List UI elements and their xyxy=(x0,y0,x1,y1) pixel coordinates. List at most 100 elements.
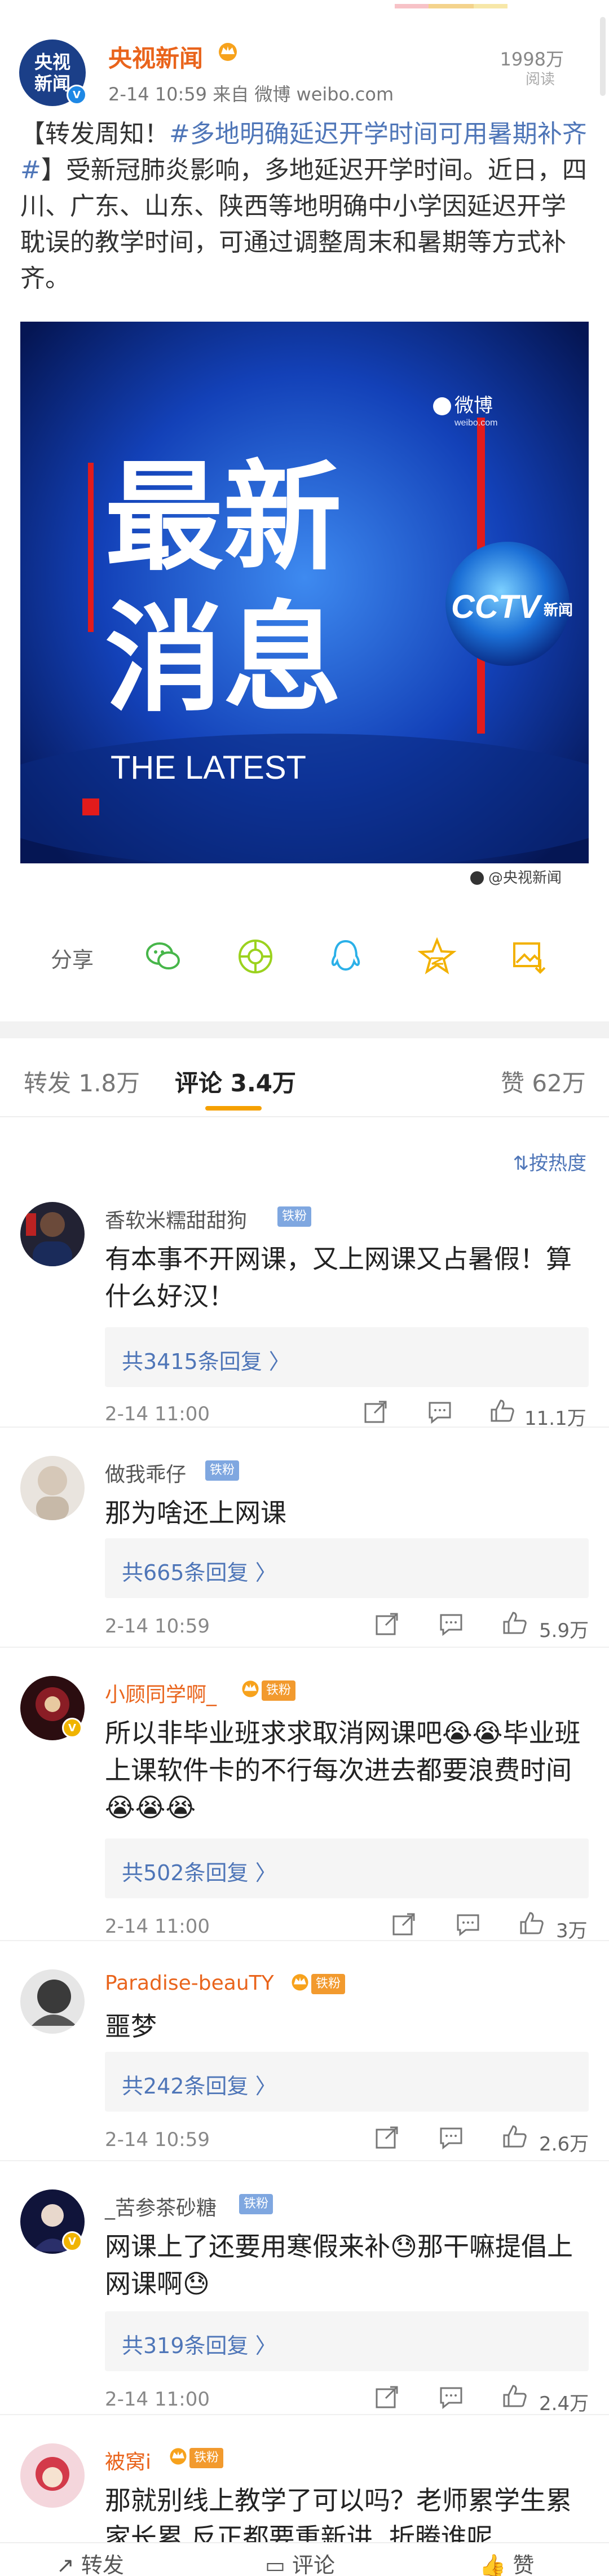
replies-count: 共3415条回复 〉 xyxy=(122,1349,290,1374)
comment-text: 有本事不开网课，又上网课又占暑假！算什么好汉！ xyxy=(105,1244,572,1311)
sort-by-popularity-button[interactable]: ⇅按热度 xyxy=(513,1148,587,1175)
comment-avatar[interactable] xyxy=(20,1456,85,1520)
replies-link[interactable]: 共242条回复 〉 xyxy=(105,2052,589,2112)
fan-badge: 铁粉 xyxy=(262,1680,296,1701)
cctv-news-text: 新闻 xyxy=(544,602,573,619)
replies-link[interactable]: 共502条回复 〉 xyxy=(105,1838,589,1898)
comment-username[interactable]: Paradise-beauTY xyxy=(105,1972,274,1995)
interaction-tabs: 转发 1.8万 评论 3.4万 赞 62万 xyxy=(0,1038,609,1117)
comment-item: 香软米糯甜甜狗 铁粉 有本事不开网课，又上网课又占暑假！算什么好汉！ 共3415… xyxy=(0,1202,609,1430)
repost-icon[interactable] xyxy=(373,2384,400,2411)
fan-badge: 铁粉 xyxy=(239,2194,273,2214)
share-label: 分享 xyxy=(51,947,94,972)
headline-line1: 最新 xyxy=(105,449,342,587)
bottom-like-label: 赞 xyxy=(513,2553,535,2576)
read-label: 阅读 xyxy=(525,71,555,88)
replies-link[interactable]: 共3415条回复 〉 xyxy=(105,1327,589,1387)
cctv-logo-text: CCTV xyxy=(451,589,542,625)
avatar-text-1: 央视 xyxy=(34,51,70,73)
qzone-icon[interactable] xyxy=(417,937,457,976)
sort-icon: ⇅ xyxy=(513,1152,529,1175)
repost-icon[interactable] xyxy=(362,1398,389,1425)
moments-icon[interactable] xyxy=(236,937,275,976)
reply-icon[interactable] xyxy=(438,1610,465,1638)
fan-badge: 铁粉 xyxy=(205,1460,240,1481)
bottom-comment-button[interactable]: ▭ 评论 xyxy=(265,2548,335,2576)
active-tab-indicator xyxy=(205,1106,262,1111)
comment-username[interactable]: 小顾同学啊_ xyxy=(105,1678,217,1708)
verified-icon: V xyxy=(62,2231,82,2252)
bottom-comment-icon: ▭ xyxy=(265,2553,292,2576)
news-image[interactable]: CCTV 新闻 最新 消息 THE LATEST 微博 weibo.com @央… xyxy=(20,322,589,890)
weibo-eye-icon xyxy=(433,397,451,415)
qq-icon[interactable] xyxy=(326,937,365,976)
comment-item: Paradise-beauTY 铁粉 噩梦 共242条回复 〉 2-14 10:… xyxy=(0,1969,609,2161)
bottom-repost-button[interactable]: ↗ 转发 xyxy=(56,2548,124,2576)
like-icon[interactable] xyxy=(501,1609,528,1636)
comment-avatar[interactable] xyxy=(20,1969,85,2034)
section-divider xyxy=(0,1021,609,1038)
reply-icon[interactable] xyxy=(438,2124,465,2151)
sort-row: ⇅按热度 xyxy=(0,1140,609,1185)
tab-repost[interactable]: 转发 1.8万 xyxy=(24,1064,140,1099)
vip-crown-icon xyxy=(170,2448,187,2465)
wechat-icon[interactable] xyxy=(144,937,183,976)
verified-icon: V xyxy=(62,1718,82,1738)
like-count: 3万 xyxy=(556,1920,588,1942)
post-meta: 2-14 10:59 来自 微博 weibo.com xyxy=(108,84,394,105)
like-count: 2.4万 xyxy=(539,2393,589,2415)
bottom-comment-label: 评论 xyxy=(292,2553,335,2576)
comment-item: 被窝i 铁粉 那就别线上教学了可以吗？老师累学生累家长累 反正都要重新讲. 折腾… xyxy=(0,2443,609,2553)
repost-icon[interactable] xyxy=(373,1610,400,1638)
bottom-like-button[interactable]: 👍 赞 xyxy=(479,2548,534,2576)
fan-badge: 铁粉 xyxy=(189,2448,224,2468)
comment-username[interactable]: 香软米糯甜甜狗 xyxy=(105,1204,247,1234)
like-icon[interactable] xyxy=(488,1397,515,1424)
post-text: 【转发周知！#多地明确延迟开学时间可用暑期补齐#】受新冠肺炎影响，多地延迟开学时… xyxy=(20,116,590,297)
scrollbar[interactable] xyxy=(600,17,606,96)
vip-crown-icon xyxy=(292,1974,308,1991)
comment-item: 做我乖仔 铁粉 那为啥还上网课 共665条回复 〉 2-14 10:59 5.9… xyxy=(0,1456,609,1648)
comment-avatar[interactable] xyxy=(20,1202,85,1266)
comment-text: 噩梦 xyxy=(105,2011,157,2042)
like-icon[interactable] xyxy=(501,2123,528,2150)
repost-icon[interactable] xyxy=(373,2124,400,2151)
image-watermark: @央视新闻 xyxy=(488,870,562,887)
reply-icon[interactable] xyxy=(426,1398,453,1425)
comment-time: 2-14 10:59 xyxy=(105,2129,210,2151)
tab-comment[interactable]: 评论 3.4万 xyxy=(175,1064,296,1099)
like-count: 5.9万 xyxy=(539,1620,589,1642)
vip-crown-icon xyxy=(242,1680,259,1697)
repost-icon[interactable] xyxy=(390,1911,417,1938)
replies-link[interactable]: 共319条回复 〉 xyxy=(105,2311,589,2371)
reply-icon[interactable] xyxy=(454,1911,482,1938)
top-color-strip xyxy=(395,0,564,8)
vip-crown-icon xyxy=(219,43,237,61)
weibo-logo-sub: weibo.com xyxy=(454,418,497,428)
comment-username[interactable]: 被窝i xyxy=(105,2446,151,2475)
comment-text: 那为啥还上网课 xyxy=(105,1498,286,1528)
tab-like[interactable]: 赞 62万 xyxy=(501,1064,586,1099)
weibo-logo-text: 微博 xyxy=(454,394,493,417)
comment-username[interactable]: _苦参茶砂糖 xyxy=(105,2192,217,2221)
reply-icon[interactable] xyxy=(438,2384,465,2411)
comment-text: 网课上了还要用寒假来补😓那干嘛提倡上网课啊😓 xyxy=(105,2231,573,2299)
like-icon[interactable] xyxy=(518,1910,545,1937)
comment-username[interactable]: 做我乖仔 xyxy=(105,1458,186,1487)
bottom-repost-icon: ↗ xyxy=(56,2553,81,2576)
fan-badge: 铁粉 xyxy=(277,1206,312,1227)
like-icon[interactable] xyxy=(501,2382,528,2410)
replies-link[interactable]: 共665条回复 〉 xyxy=(105,1538,589,1598)
comment-time: 2-14 11:00 xyxy=(105,1403,210,1425)
save-image-icon[interactable] xyxy=(509,937,548,976)
share-bar: 分享 xyxy=(0,925,609,988)
comment-avatar[interactable] xyxy=(20,2443,85,2508)
comment-item: V 小顾同学啊_ 铁粉 所以非毕业班求求取消网课吧😭😭毕业班上课软件卡的不行每次… xyxy=(0,1676,609,1942)
comment-time: 2-14 11:00 xyxy=(105,2388,210,2411)
author-name[interactable]: 央视新闻 xyxy=(108,40,203,74)
comment-time: 2-14 11:00 xyxy=(105,1915,210,1938)
comment-time: 2-14 10:59 xyxy=(105,1615,210,1638)
watermark-weibo-icon xyxy=(470,871,484,885)
post-text-body: 】受新冠肺炎影响，多地延迟开学时间。近日，四川、广东、山东、陕西等地明确中小学因… xyxy=(20,156,587,293)
like-count: 11.1万 xyxy=(524,1407,586,1430)
